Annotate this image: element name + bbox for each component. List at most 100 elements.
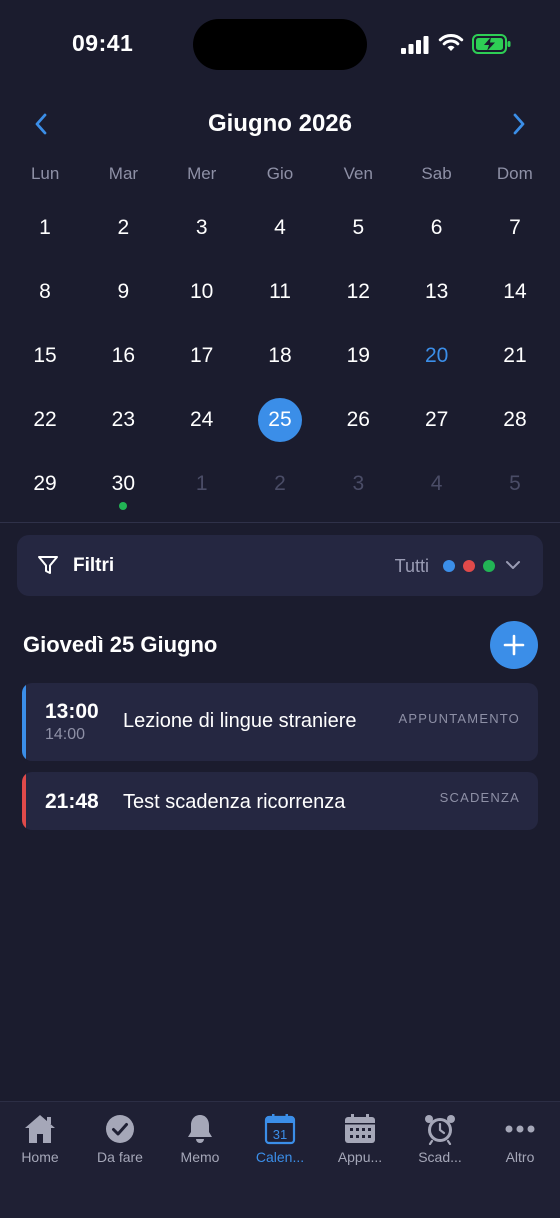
calendar-day[interactable]: 5 [476,452,554,516]
plus-icon [503,634,525,656]
event-card[interactable]: 13:00 14:00 Lezione di lingue straniere … [22,683,538,761]
calendar-day[interactable]: 24 [163,388,241,452]
tab-label: Home [21,1149,59,1165]
calendar-day-number: 18 [268,344,292,367]
calendar-day-number: 1 [195,472,208,495]
status-bar: 09:41 [0,0,560,90]
calendar-day-number: 7 [509,216,521,239]
calendar-day[interactable]: 13 [398,260,476,324]
tab-home[interactable]: Home [0,1112,80,1172]
calendar-day[interactable]: 11 [241,260,319,324]
divider [0,522,560,523]
calendar-day[interactable]: 12 [319,260,397,324]
weekday-label: Mer [187,164,217,183]
battery-icon [472,34,511,54]
calendar-day-number: 19 [346,344,370,367]
filter-bar[interactable]: Filtri Tutti [17,535,543,596]
calendar-day[interactable]: 1 [6,196,84,260]
filter-value: Tutti [394,556,429,576]
tab-label: Altro [505,1149,535,1165]
event-indicator-dot [119,502,128,510]
calendar-day[interactable]: 1 [163,452,241,516]
calendar-day-number: 6 [430,216,443,239]
cellular-signal-icon [401,36,429,54]
wifi-icon [438,34,464,51]
calendar-day-number: 5 [352,216,365,239]
calendar-day[interactable]: 8 [6,260,84,324]
weekday-label: Lun [30,164,60,183]
calendar-day[interactable]: 30 [84,452,162,516]
calendar-day[interactable]: 21 [476,324,554,388]
tab-altro[interactable]: Altro [480,1112,560,1172]
calendar-day[interactable]: 28 [476,388,554,452]
tab-label: Scad... [418,1149,462,1165]
event-start-time: 21:48 [45,790,99,813]
calendar-day-number: 13 [424,280,449,303]
more-icon [505,1125,535,1133]
calendar-day-number: 4 [274,216,286,239]
tab-bar: Home Da fare Memo 31 Calen... Appu... Sc… [0,1101,560,1218]
calendar-day[interactable]: 19 [319,324,397,388]
calendar-day[interactable]: 18 [241,324,319,388]
tab-appuntamenti[interactable]: Appu... [320,1112,400,1172]
tab-label: Calen... [255,1149,305,1165]
calendar-day-today[interactable]: 20 [398,324,476,388]
event-type-label: APPUNTAMENTO [398,711,520,726]
tab-memo[interactable]: Memo [160,1112,240,1172]
weekday-label: Ven [343,164,373,183]
calendar-day-number: 10 [189,280,214,303]
calendar-week-row: 1 2 3 4 5 6 7 [6,196,554,260]
add-event-button[interactable] [490,621,538,669]
calendar-day[interactable]: 3 [163,196,241,260]
calendar-week-row: 29 30 1 2 3 4 5 [6,452,554,516]
calendar-day[interactable]: 7 [476,196,554,260]
calendar-day[interactable]: 10 [163,260,241,324]
calendar-day[interactable]: 2 [84,196,162,260]
event-title: Lezione di lingue straniere [123,710,357,732]
calendar-day[interactable]: 23 [84,388,162,452]
filter-color-dot [443,560,455,572]
calendar-day[interactable]: 9 [84,260,162,324]
weekday-label: Mar [108,164,139,183]
calendar-day-number: 4 [430,472,443,495]
calendar-day[interactable]: 2 [241,452,319,516]
calendar-day[interactable]: 6 [398,196,476,260]
calendar-day[interactable]: 16 [84,324,162,388]
tab-calendario[interactable]: 31 Calen... [240,1112,320,1172]
tab-da-fare[interactable]: Da fare [80,1112,160,1172]
calendar-day[interactable]: 4 [398,452,476,516]
calendar-day-number: 9 [117,280,130,303]
event-card[interactable]: 21:48 Test scadenza ricorrenza SCADENZA [22,772,538,830]
tab-scadenze[interactable]: Scad... [400,1112,480,1172]
calendar-day-number: 20 [424,344,449,367]
calendar-day-number: 15 [33,344,57,367]
calendar-day[interactable]: 17 [163,324,241,388]
calendar-day-number: 23 [111,408,135,431]
event-color-bar [22,772,26,830]
home-icon [25,1115,55,1143]
calendar-day-number: 2 [274,472,286,495]
calendar-week-row: 22 23 24 25 26 27 28 [6,388,554,452]
calendar-day-selected[interactable]: 25 [241,388,319,452]
calendar-day[interactable]: 3 [319,452,397,516]
calendar-day[interactable]: 15 [6,324,84,388]
calendar-day[interactable]: 14 [476,260,554,324]
calendar-day[interactable]: 27 [398,388,476,452]
weekday-label: Sab [421,164,452,183]
calendar-header: Giugno 2026 [0,100,560,148]
bell-icon [188,1115,212,1143]
calendar-day[interactable]: 5 [319,196,397,260]
calendar-day-number: 3 [352,472,365,495]
status-time: 09:41 [72,30,134,56]
calendar-day-number: 11 [269,280,291,303]
event-type-label: SCADENZA [439,790,520,805]
calendar-day-number: 25 [257,398,302,442]
calendar-day[interactable]: 22 [6,388,84,452]
calendar-grid: 1 2 3 4 5 6 7 8 9 10 11 12 13 14 15 16 17 18 19 20 21 22 23 24 2… [6,196,554,516]
calendar-day-number: 8 [39,280,51,303]
next-month-button[interactable] [503,108,535,140]
calendar-day[interactable]: 4 [241,196,319,260]
calendar-day[interactable]: 29 [6,452,84,516]
calendar-day[interactable]: 26 [319,388,397,452]
calendar-day-number: 12 [346,280,370,303]
